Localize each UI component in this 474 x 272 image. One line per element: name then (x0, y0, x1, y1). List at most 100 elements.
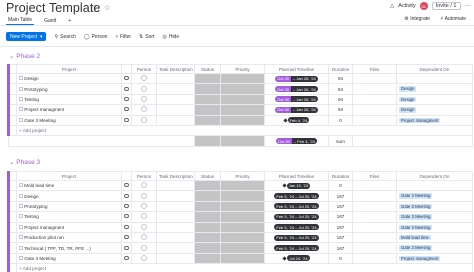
add-project-button[interactable]: + Add project (16, 263, 473, 272)
priority-cell[interactable] (220, 114, 265, 126)
status-cell[interactable] (194, 179, 221, 192)
invite-button[interactable]: Invite / 1 (431, 2, 461, 10)
comment-icon[interactable] (124, 76, 129, 81)
chevron-down-icon[interactable]: ▾ (40, 34, 43, 40)
table-row[interactable]: Prototyping Oct 30– Jan 26, '24 94 Design (7, 83, 473, 95)
timeline-cell[interactable]: Jan 13, '24 (264, 179, 329, 192)
person-cell[interactable] (131, 72, 157, 85)
priority-cell[interactable] (220, 93, 265, 106)
column-header-project[interactable]: Project (16, 171, 122, 181)
files-cell[interactable] (352, 114, 397, 126)
priority-cell[interactable] (220, 104, 265, 116)
files-cell[interactable] (352, 93, 397, 106)
status-cell[interactable] (194, 190, 221, 202)
info-icon[interactable]: ⓘ (92, 4, 99, 14)
status-cell[interactable] (194, 252, 221, 265)
add-project-button[interactable]: + Add project (16, 124, 473, 137)
dependency-tag[interactable]: Gate 3 Meeting (399, 224, 433, 230)
person-cell[interactable] (131, 242, 157, 254)
person-cell[interactable] (131, 252, 157, 265)
item-name[interactable]: Gate 3 Meeting (16, 252, 122, 265)
comment-icon[interactable] (124, 107, 129, 112)
dependent-on-cell[interactable]: Gate 3 Meeting (396, 190, 473, 202)
status-cell[interactable] (194, 114, 221, 126)
table-row[interactable]: Production pilot run Feb 5, '24 – Jul 20,… (7, 231, 473, 244)
table-row[interactable]: Prototyping Feb 5, '24 – Jul 20, '24 167 Ga… (7, 200, 473, 213)
dependent-on-cell[interactable]: Project managment (396, 252, 473, 265)
person-cell[interactable] (131, 190, 157, 202)
dependency-tag[interactable]: Gate 3 Meeting (399, 214, 433, 220)
hide-button[interactable]: ◎ Hide (162, 34, 179, 40)
files-cell[interactable] (352, 231, 397, 244)
integrate-button[interactable]: ⚙ Integrate (404, 16, 430, 22)
column-header-dependent-on[interactable]: Dependent On (396, 64, 473, 74)
task-description-cell[interactable] (156, 211, 195, 223)
item-name[interactable]: Testing (16, 93, 122, 106)
dependent-on-cell[interactable]: Design (396, 83, 473, 95)
dependent-on-cell[interactable] (396, 179, 473, 192)
column-header-project[interactable]: Project (16, 64, 122, 74)
timeline-cell[interactable]: Feb 4, '24 (264, 114, 329, 126)
priority-cell[interactable] (220, 190, 265, 202)
item-name[interactable]: Project managment (16, 104, 122, 116)
person-cell[interactable] (131, 93, 157, 106)
dependent-on-cell[interactable] (396, 72, 473, 85)
column-header-task-description[interactable]: Task Description (156, 64, 195, 74)
sort-button[interactable]: ⇅ Sort (139, 34, 154, 40)
task-description-cell[interactable] (156, 83, 195, 95)
person-cell[interactable] (131, 200, 157, 213)
status-cell[interactable] (194, 221, 221, 233)
status-cell[interactable] (194, 83, 221, 95)
group-title-phase-3[interactable]: ⌄ Phase 3 (9, 158, 40, 166)
comment-cell[interactable] (121, 211, 132, 223)
dependent-on-cell[interactable]: Design (396, 93, 473, 106)
item-name[interactable]: Prototyping (16, 83, 122, 95)
column-header-priority[interactable]: Priority (220, 171, 265, 181)
task-description-cell[interactable] (156, 231, 195, 244)
dependent-on-cell[interactable]: Project managment (396, 114, 473, 126)
status-cell[interactable] (194, 93, 221, 106)
dependency-tag[interactable]: Gate 3 Meeting (399, 245, 433, 251)
group-title-phase-2[interactable]: ⌄ Phase 2 (9, 52, 40, 60)
timeline-cell[interactable]: Oct 30– Jan 26, '24 (264, 83, 329, 95)
priority-cell[interactable] (220, 221, 265, 233)
table-row[interactable]: Technical ( TPF, TD, TR, PFE ...) Feb 5, … (7, 242, 473, 254)
person-cell[interactable] (131, 231, 157, 244)
status-cell[interactable] (194, 211, 221, 223)
comment-icon[interactable] (124, 255, 129, 260)
comment-icon[interactable] (124, 224, 129, 229)
dependency-tag[interactable]: Mold lead time (399, 234, 431, 241)
dependency-tag[interactable]: Design (399, 96, 417, 103)
comment-icon[interactable] (124, 214, 129, 219)
person-cell[interactable] (131, 221, 157, 233)
task-description-cell[interactable] (156, 190, 195, 202)
task-description-cell[interactable] (156, 114, 195, 126)
chevron-down-icon[interactable]: ⌄ (9, 159, 14, 166)
person-filter-button[interactable]: ◯ Person (84, 34, 107, 40)
chevron-down-icon[interactable]: ⌄ (9, 53, 14, 60)
comment-cell[interactable] (121, 93, 132, 106)
column-header-files[interactable]: Files (352, 64, 397, 74)
table-row[interactable]: Testing Feb 5, '24 – Jul 20, '24 167 Gate 3… (7, 211, 473, 223)
column-header-status[interactable]: Status (194, 171, 221, 181)
table-row[interactable]: Project managment Feb 5, '24 – Jul 20, '2… (7, 221, 473, 233)
files-cell[interactable] (352, 252, 397, 265)
comment-cell[interactable] (121, 221, 132, 233)
task-description-cell[interactable] (156, 104, 195, 116)
table-row[interactable]: Design Oct 30– Jan 26, '24 94 (7, 72, 473, 85)
table-row[interactable]: Gate 3 Meeting Jul 24, '24 0 Project managm… (7, 252, 473, 265)
tab-add[interactable]: + (66, 17, 73, 25)
files-cell[interactable] (352, 179, 397, 192)
timeline-cell[interactable]: Feb 5, '24 – Jul 20, '24 (264, 231, 329, 244)
tab-gantt[interactable]: Gantt (42, 17, 58, 25)
column-header-duration[interactable]: Duration (328, 64, 353, 74)
column-header-person[interactable]: Person (131, 171, 157, 181)
priority-cell[interactable] (220, 179, 265, 192)
files-cell[interactable] (352, 190, 397, 202)
task-description-cell[interactable] (156, 200, 195, 213)
comment-cell[interactable] (121, 179, 132, 192)
item-name[interactable]: Design (16, 190, 122, 202)
status-cell[interactable] (194, 242, 221, 254)
timeline-cell[interactable]: Feb 5, '24 – Jul 20, '24 (264, 211, 329, 223)
priority-cell[interactable] (220, 72, 265, 85)
